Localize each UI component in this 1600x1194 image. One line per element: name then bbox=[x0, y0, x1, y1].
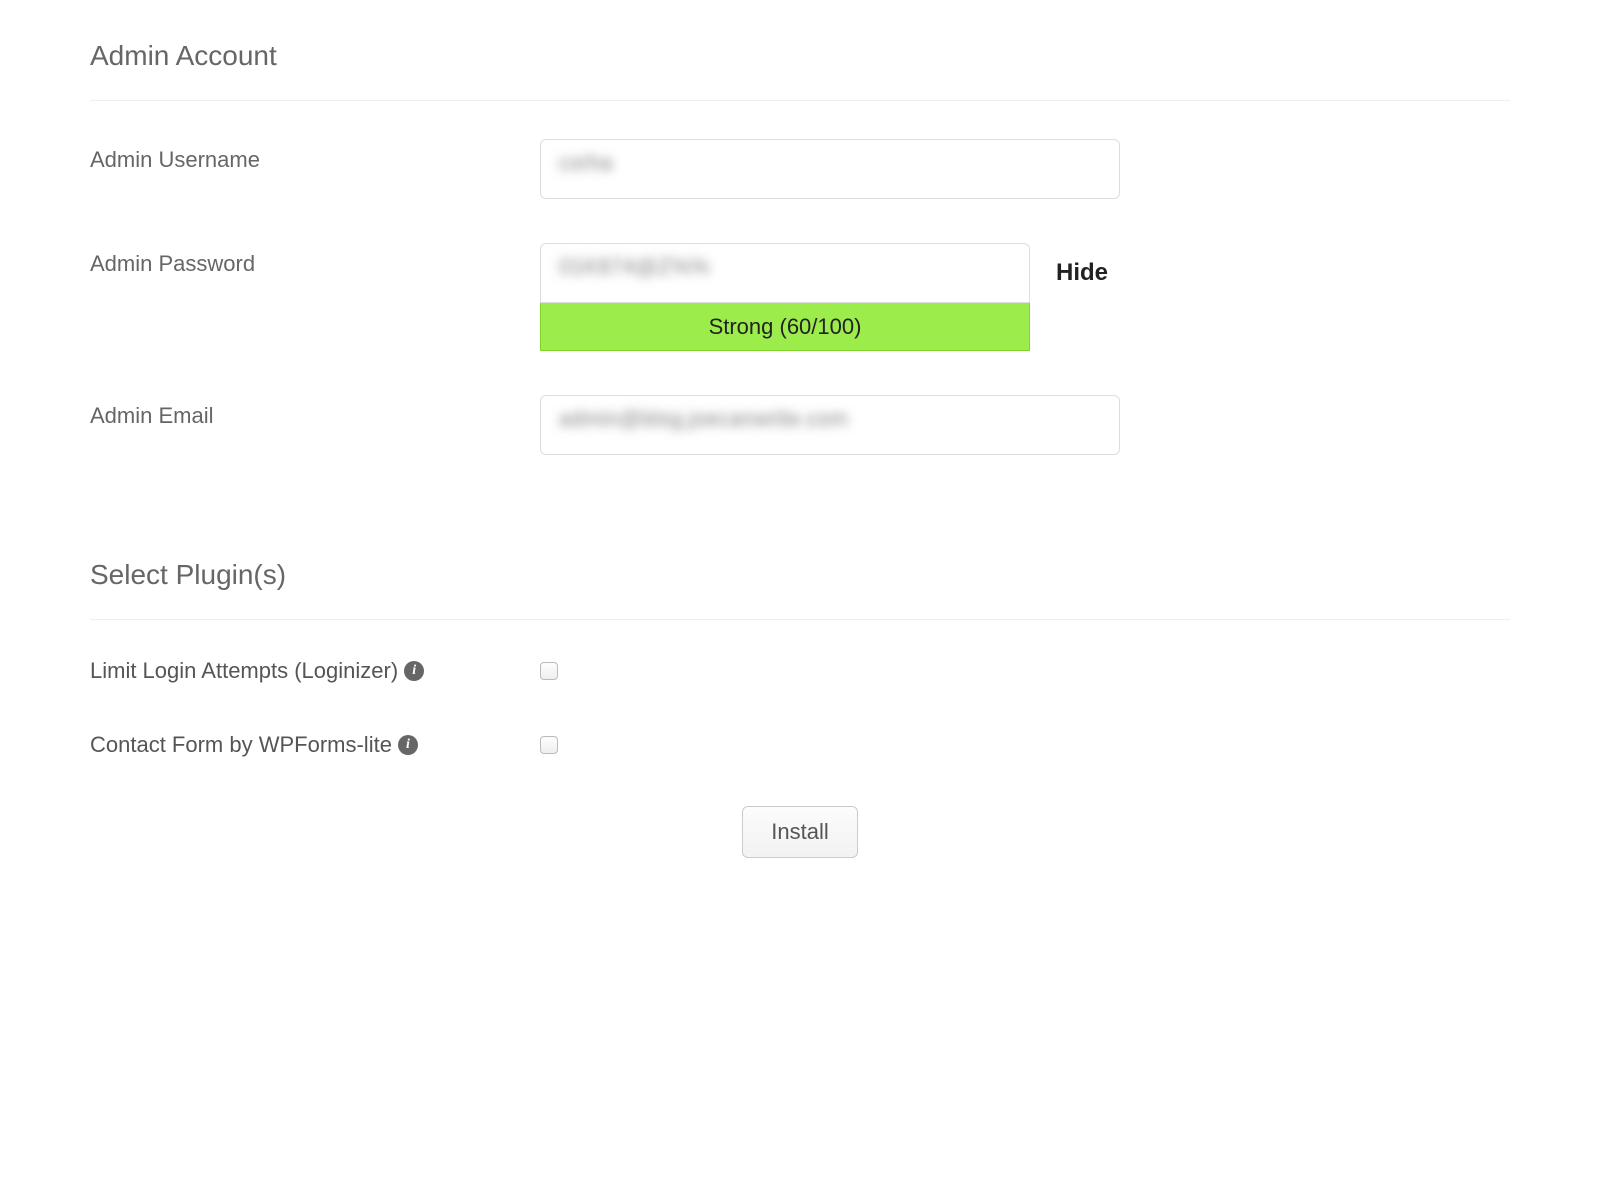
admin-account-heading: Admin Account bbox=[90, 40, 1510, 72]
info-icon[interactable]: i bbox=[398, 735, 418, 755]
admin-email-input[interactable]: admin@blog.joecanwrite.com bbox=[540, 395, 1120, 455]
plugin-label-text: Limit Login Attempts (Loginizer) bbox=[90, 658, 398, 684]
section-divider bbox=[90, 619, 1510, 620]
section-divider bbox=[90, 100, 1510, 101]
admin-email-label: Admin Email bbox=[90, 395, 540, 429]
admin-username-input[interactable]: cxrha bbox=[540, 139, 1120, 199]
install-button[interactable]: Install bbox=[742, 806, 857, 858]
admin-password-row: Admin Password 01K874@Z%% Hide Strong (6… bbox=[90, 243, 1510, 351]
password-strength-meter: Strong (60/100) bbox=[540, 303, 1030, 351]
plugin-checkbox-wpforms[interactable] bbox=[540, 736, 558, 754]
plugin-label-text: Contact Form by WPForms-lite bbox=[90, 732, 392, 758]
select-plugins-heading: Select Plugin(s) bbox=[90, 559, 1510, 591]
password-visibility-toggle[interactable]: Hide bbox=[1056, 259, 1108, 287]
admin-email-row: Admin Email admin@blog.joecanwrite.com bbox=[90, 395, 1510, 455]
info-icon[interactable]: i bbox=[404, 661, 424, 681]
plugin-row-wpforms: Contact Form by WPForms-lite i bbox=[90, 732, 1510, 758]
admin-username-label: Admin Username bbox=[90, 139, 540, 173]
admin-password-label: Admin Password bbox=[90, 243, 540, 277]
admin-password-input[interactable]: 01K874@Z%% bbox=[540, 243, 1030, 303]
plugin-checkbox-loginizer[interactable] bbox=[540, 662, 558, 680]
plugin-row-loginizer: Limit Login Attempts (Loginizer) i bbox=[90, 658, 1510, 684]
admin-username-row: Admin Username cxrha bbox=[90, 139, 1510, 199]
